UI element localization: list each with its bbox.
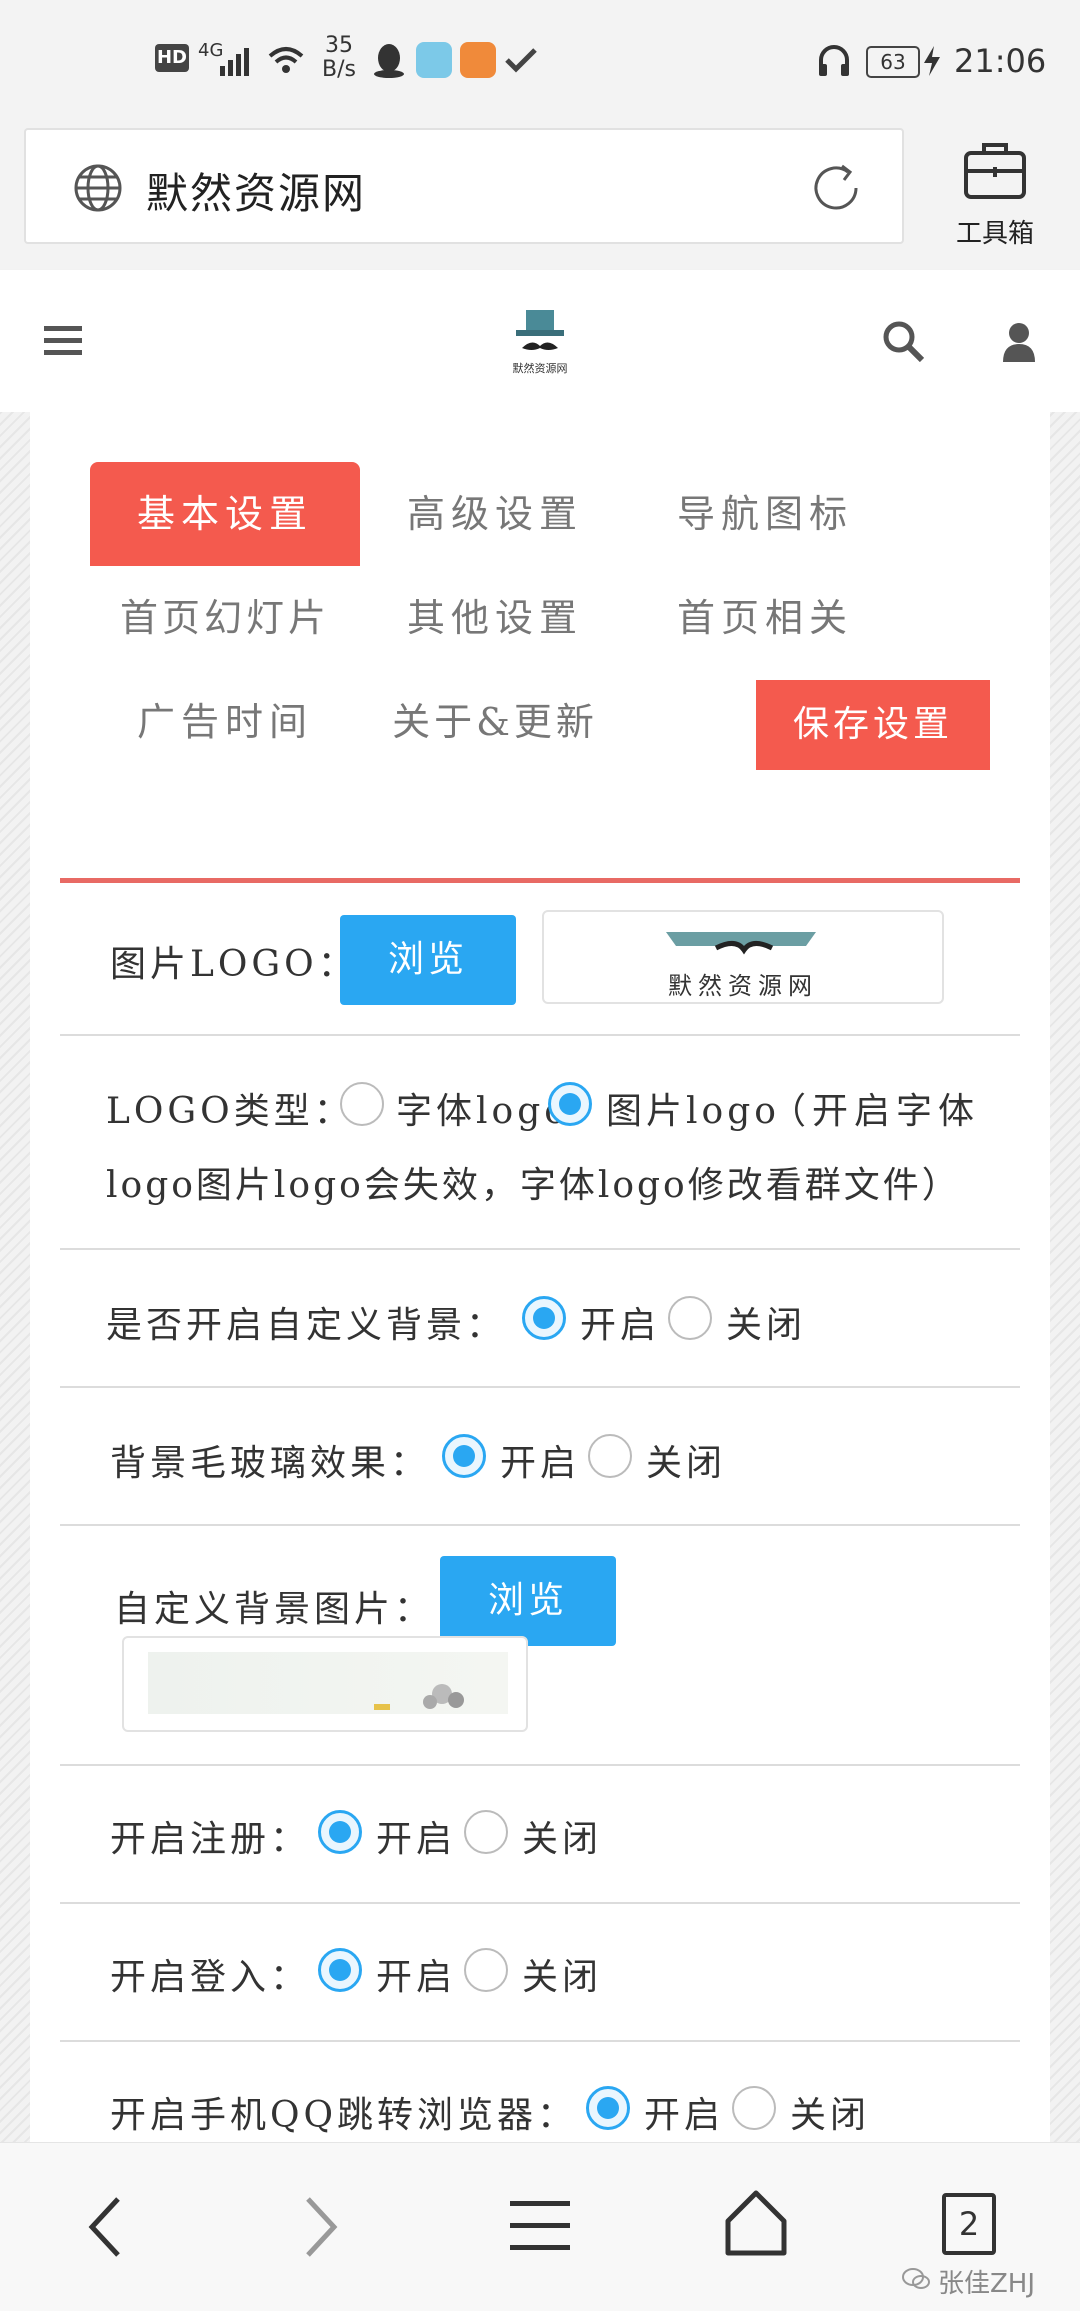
tab-divider bbox=[60, 878, 1020, 883]
home-icon[interactable] bbox=[722, 2187, 790, 2259]
row-divider bbox=[60, 1248, 1020, 1250]
site-logo-caption: 默然资源网 bbox=[512, 362, 568, 375]
logo-type-image-radio[interactable] bbox=[548, 1082, 592, 1126]
refresh-icon[interactable] bbox=[808, 160, 864, 216]
logo-preview-text: 默然资源网 bbox=[668, 972, 818, 1000]
row-divider bbox=[60, 1764, 1020, 1766]
logo-browse-button[interactable]: 浏览 bbox=[340, 915, 516, 1005]
forward-icon[interactable] bbox=[302, 2195, 342, 2259]
site-logo[interactable] bbox=[512, 308, 568, 360]
logo-preview: 默然资源网 bbox=[542, 910, 944, 1004]
site-header: 默然资源网 bbox=[0, 270, 1080, 412]
registration-label: 开启注册： bbox=[110, 1819, 311, 1860]
net-speed: 35 B/s bbox=[322, 33, 356, 82]
qq-redirect-label: 开启手机QQ跳转浏览器： bbox=[110, 2095, 578, 2136]
signal-icon bbox=[220, 48, 249, 76]
save-settings-button[interactable]: 保存设置 bbox=[756, 680, 990, 770]
battery-indicator: 63 bbox=[866, 46, 920, 78]
registration-off-radio[interactable] bbox=[464, 1810, 508, 1854]
wifi-icon bbox=[268, 47, 304, 73]
tab-other-settings[interactable]: 其他设置 bbox=[360, 566, 630, 670]
frosted-glass-off-label: 关闭 bbox=[646, 1443, 727, 1484]
user-icon[interactable] bbox=[1002, 322, 1036, 362]
search-icon[interactable] bbox=[882, 320, 924, 362]
browser-bottom-nav: 2 张佳ZHJ bbox=[0, 2142, 1080, 2311]
headphone-icon bbox=[819, 45, 849, 76]
custom-bg-image-label: 自定义背景图片： bbox=[114, 1589, 435, 1630]
logo-image-label: 图片LOGO： bbox=[110, 944, 358, 985]
row-divider bbox=[60, 1902, 1020, 1904]
hd-badge: HD bbox=[155, 44, 189, 72]
tab-about-update[interactable]: 关于&更新 bbox=[360, 670, 630, 774]
login-label: 开启登入： bbox=[110, 1957, 311, 1998]
registration-on-label: 开启 bbox=[376, 1819, 457, 1860]
custom-bg-off-label: 关闭 bbox=[726, 1305, 807, 1346]
registration-off-label: 关闭 bbox=[522, 1819, 603, 1860]
status-bar: HD 4G 35 B/s 63 21:06 bbox=[0, 0, 1080, 120]
tab-nav-icons[interactable]: 导航图标 bbox=[630, 462, 900, 566]
qq-redirect-off-radio[interactable] bbox=[732, 2086, 776, 2130]
row-divider bbox=[60, 1524, 1020, 1526]
custom-bg-label: 是否开启自定义背景： bbox=[106, 1305, 507, 1346]
custom-bg-off-radio[interactable] bbox=[668, 1296, 712, 1340]
globe-icon bbox=[74, 164, 122, 212]
logo-type-label: LOGO类型： bbox=[106, 1091, 354, 1132]
toolbox-button[interactable]: 工具箱 bbox=[930, 125, 1060, 255]
bg-image-preview bbox=[122, 1636, 528, 1732]
back-icon[interactable] bbox=[84, 2195, 124, 2259]
toolbox-label: 工具箱 bbox=[955, 219, 1034, 249]
url-text: 默然资源网 bbox=[146, 169, 367, 218]
custom-bg-on-radio[interactable] bbox=[522, 1296, 566, 1340]
login-off-radio[interactable] bbox=[464, 1948, 508, 1992]
logo-type-font-radio[interactable] bbox=[340, 1082, 384, 1126]
tab-home-slides[interactable]: 首页幻灯片 bbox=[90, 566, 360, 670]
clock: 21:06 bbox=[954, 42, 1047, 80]
qq-redirect-on-radio[interactable] bbox=[586, 2086, 630, 2130]
qq-redirect-on-label: 开启 bbox=[644, 2095, 725, 2136]
address-bar[interactable]: 默然资源网 bbox=[24, 128, 904, 244]
logo-type-note-1: （开启字体 bbox=[770, 1091, 981, 1132]
bg-image-browse-button[interactable]: 浏览 bbox=[440, 1556, 616, 1646]
bg-image-doodle bbox=[374, 1684, 464, 1710]
frosted-glass-label: 背景毛玻璃效果： bbox=[110, 1443, 431, 1484]
tab-home-related[interactable]: 首页相关 bbox=[630, 566, 900, 670]
login-on-label: 开启 bbox=[376, 1957, 457, 1998]
custom-bg-on-label: 开启 bbox=[580, 1305, 661, 1346]
browser-toolbar: 默然资源网 工具箱 bbox=[0, 120, 1080, 271]
toolbox-icon bbox=[964, 143, 1026, 199]
check-icon bbox=[505, 48, 537, 73]
tabs-count-button[interactable]: 2 bbox=[942, 2193, 996, 2255]
logo-type-note-2: logo图片logo会失效，字体logo修改看群文件） bbox=[106, 1165, 961, 1206]
frosted-glass-on-label: 开启 bbox=[500, 1443, 581, 1484]
login-off-label: 关闭 bbox=[522, 1957, 603, 1998]
frosted-glass-off-radio[interactable] bbox=[588, 1434, 632, 1478]
frosted-glass-on-radio[interactable] bbox=[442, 1434, 486, 1478]
weibo-app-icon bbox=[416, 42, 452, 78]
uc-browser-app-icon bbox=[460, 42, 496, 78]
tab-ad-time[interactable]: 广告时间 bbox=[90, 670, 360, 774]
menu-icon[interactable] bbox=[510, 2197, 570, 2255]
registration-on-radio[interactable] bbox=[318, 1810, 362, 1854]
row-divider bbox=[60, 2040, 1020, 2042]
tab-basic-settings[interactable]: 基本设置 bbox=[90, 462, 360, 566]
tab-advanced-settings[interactable]: 高级设置 bbox=[360, 462, 630, 566]
qq-redirect-off-label: 关闭 bbox=[790, 2095, 871, 2136]
qq-icon bbox=[374, 44, 404, 78]
watermark: 张佳ZHJ bbox=[938, 2269, 1036, 2299]
row-divider bbox=[60, 1386, 1020, 1388]
wechat-icon bbox=[902, 2268, 930, 2289]
row-divider bbox=[60, 1034, 1020, 1036]
charging-icon bbox=[924, 46, 940, 76]
logo-type-image-label: 图片logo bbox=[606, 1091, 780, 1132]
menu-icon[interactable] bbox=[44, 324, 82, 358]
logo-type-font-label: 字体logo bbox=[396, 1091, 570, 1132]
logo-preview-hat bbox=[666, 932, 816, 955]
login-on-radio[interactable] bbox=[318, 1948, 362, 1992]
